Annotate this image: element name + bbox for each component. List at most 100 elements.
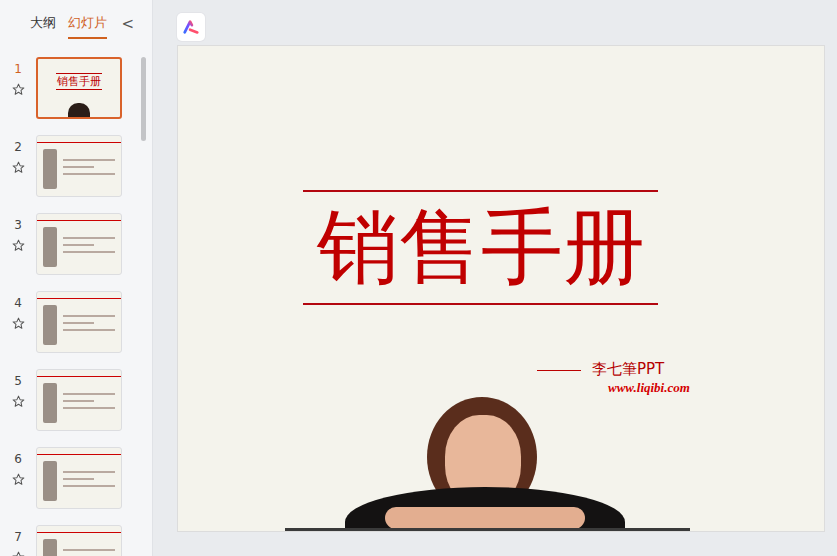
collapse-button[interactable]: < xyxy=(121,15,134,33)
thumbnail-text-line xyxy=(63,322,94,324)
thumbnail-meta: 7 xyxy=(0,525,36,556)
sidebar-tab[interactable]: 大纲 xyxy=(30,10,56,39)
thumbnail-text-lines xyxy=(63,227,115,267)
thumbnail-text-line xyxy=(63,329,115,331)
thumbnail-meta: 2 xyxy=(0,135,36,174)
author-dash xyxy=(537,370,581,371)
thumbnail-body xyxy=(37,377,121,429)
thumbnail-text-lines xyxy=(63,461,115,501)
slide-photo[interactable] xyxy=(285,395,690,531)
star-icon[interactable] xyxy=(12,395,25,408)
thumbnail-text-line xyxy=(63,166,94,168)
sidebar-scrollbar[interactable] xyxy=(141,57,146,141)
sidebar-header: 大纲幻灯片 < xyxy=(0,0,152,48)
thumbnail-line xyxy=(56,73,102,74)
thumbnail-body xyxy=(37,143,121,195)
slide-thumbnail[interactable] xyxy=(36,369,122,431)
thumbnail-strip xyxy=(37,372,121,377)
slide-thumbnail-row[interactable]: 6 xyxy=(0,447,152,509)
slide-canvas[interactable]: 销售手册李七筆PPTwww.liqibi.com xyxy=(178,46,824,531)
slide-number: 1 xyxy=(14,62,22,76)
slide-number: 5 xyxy=(14,374,22,388)
slide-website[interactable]: www.liqibi.com xyxy=(608,380,690,396)
slide-thumbnail[interactable] xyxy=(36,213,122,275)
slide-thumbnail[interactable] xyxy=(36,447,122,509)
slide-number: 7 xyxy=(14,530,22,544)
slide-thumbnail-row[interactable]: 5 xyxy=(0,369,152,431)
sidebar-tabs: 大纲幻灯片 xyxy=(30,10,107,39)
thumbnail-text-line xyxy=(63,315,115,317)
thumbnail-text-line xyxy=(63,173,115,175)
thumbnail-text-lines xyxy=(63,149,115,189)
sidebar-tab[interactable]: 幻灯片 xyxy=(68,10,107,39)
thumbnail-body xyxy=(37,455,121,507)
thumbnail-meta: 5 xyxy=(0,369,36,408)
photo-desk xyxy=(285,528,690,531)
thumbnail-text-line xyxy=(63,478,94,480)
editor-area: 销售手册李七筆PPTwww.liqibi.com xyxy=(153,0,837,556)
thumbnail-text-line xyxy=(63,485,115,487)
slide-sidebar: 大纲幻灯片 <1 销售手册 2 3 4 5 6 7 xyxy=(0,0,153,556)
slide-number: 6 xyxy=(14,452,22,466)
thumbnail-text-line xyxy=(63,159,115,161)
thumbnail-text-lines xyxy=(63,305,115,345)
thumbnail-picture xyxy=(43,461,57,501)
star-icon[interactable] xyxy=(12,317,25,330)
slide-thumbnail-row[interactable]: 3 xyxy=(0,213,152,275)
thumbnail-body xyxy=(37,299,121,351)
thumbnail-strip xyxy=(37,294,121,299)
slide-thumbnail-row[interactable]: 2 xyxy=(0,135,152,197)
thumbnail-photo xyxy=(68,103,90,117)
thumbnail-text-line xyxy=(63,237,115,239)
thumbnail-text-line xyxy=(63,407,115,409)
title-rule xyxy=(303,303,658,305)
star-icon[interactable] xyxy=(12,161,25,174)
slide-thumbnail-row[interactable]: 4 xyxy=(0,291,152,353)
slide-number: 4 xyxy=(14,296,22,310)
thumbnail-text-line xyxy=(63,400,94,402)
thumbnail-picture xyxy=(43,149,57,189)
star-icon[interactable] xyxy=(12,239,25,252)
thumbnail-picture xyxy=(43,227,57,267)
ai-button[interactable] xyxy=(177,13,205,41)
thumbnail-meta: 6 xyxy=(0,447,36,486)
slide-number: 2 xyxy=(14,140,22,154)
thumbnail-meta: 1 xyxy=(0,57,36,96)
thumbnail-text-line xyxy=(63,549,115,551)
slide-thumbnail-list: 1 销售手册 2 3 4 5 6 7 xyxy=(0,48,152,556)
slide-title[interactable]: 销售手册 xyxy=(278,193,683,303)
thumbnail-text-line xyxy=(63,471,115,473)
star-icon[interactable] xyxy=(12,83,25,96)
thumbnail-meta: 4 xyxy=(0,291,36,330)
presentation-editor: 大纲幻灯片 <1 销售手册 2 3 4 5 6 7 销售手册李七筆PPTwww.liqibi.co… xyxy=(0,0,837,556)
slide-thumbnail-row[interactable]: 7 xyxy=(0,525,152,556)
thumbnail-strip xyxy=(37,216,121,221)
thumbnail-meta: 3 xyxy=(0,213,36,252)
thumbnail-strip xyxy=(37,138,121,143)
thumbnail-picture xyxy=(43,305,57,345)
slide-thumbnail[interactable] xyxy=(36,525,122,556)
thumbnail-text-lines xyxy=(63,539,115,556)
star-icon[interactable] xyxy=(12,551,25,556)
slide-thumbnail[interactable] xyxy=(36,291,122,353)
slide-thumbnail-row[interactable]: 1 销售手册 xyxy=(0,57,152,119)
slide-author[interactable]: 李七筆PPT xyxy=(592,360,664,379)
thumbnail-strip xyxy=(37,450,121,455)
thumbnail-text-line xyxy=(63,251,115,253)
thumbnail-text-line xyxy=(63,244,94,246)
thumbnail-picture xyxy=(43,539,57,556)
title-rule xyxy=(303,190,658,192)
slide-number: 3 xyxy=(14,218,22,232)
thumbnail-text-line xyxy=(63,393,115,395)
thumbnail-body xyxy=(37,221,121,273)
slide-thumbnail[interactable] xyxy=(36,135,122,197)
star-icon[interactable] xyxy=(12,473,25,486)
thumbnail-title: 销售手册 xyxy=(57,75,101,88)
slide-thumbnail[interactable]: 销售手册 xyxy=(36,57,122,119)
thumbnail-text-lines xyxy=(63,383,115,423)
thumbnail-strip xyxy=(37,528,121,533)
ai-logo-icon xyxy=(182,18,200,36)
thumbnail-body xyxy=(37,533,121,556)
thumbnail-picture xyxy=(43,383,57,423)
photo-arms xyxy=(385,507,585,529)
